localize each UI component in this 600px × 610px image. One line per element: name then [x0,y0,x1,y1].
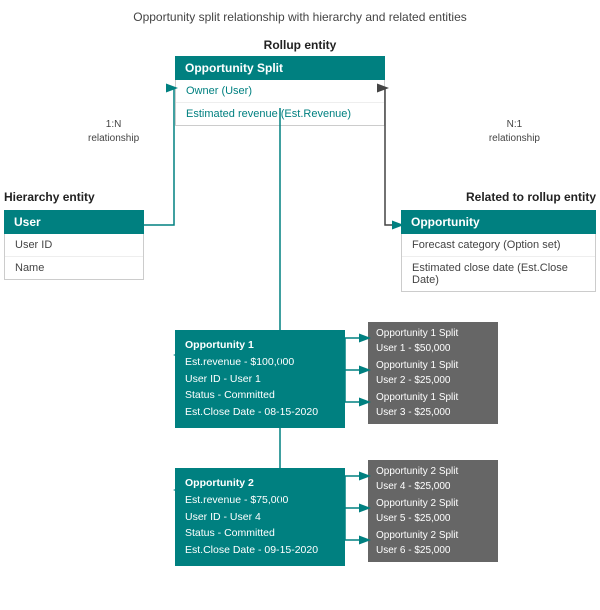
rollup-field-2: Estimated revenue (Est.Revenue) [176,103,384,125]
hierarchy-field-1: User ID [5,234,143,257]
related-field-1: Forecast category (Option set) [402,234,595,257]
hierarchy-label: Hierarchy entity [4,190,95,204]
split-1-3: Opportunity 1 Split User 3 - $25,000 [368,386,498,424]
related-box: Opportunity Forecast category (Option se… [401,210,596,292]
opp2-line4: Status - Committed [185,525,335,542]
opp1-line5: Est.Close Date - 08-15-2020 [185,404,335,421]
opp1-line3: User ID - User 1 [185,371,335,388]
split-2-3: Opportunity 2 Split User 6 - $25,000 [368,524,498,562]
rollup-label: Rollup entity [264,38,337,52]
rel-label-left: 1:N relationship [88,118,139,146]
opportunity-1-box: Opportunity 1 Est.revenue - $100,000 Use… [175,330,345,428]
rollup-body: Owner (User) Estimated revenue (Est.Reve… [175,80,385,126]
rollup-header: Opportunity Split [175,56,385,80]
rel-label-right: N:1 relationship [489,118,540,146]
diagram-container: Opportunity split relationship with hier… [0,0,600,610]
hierarchy-box: User User ID Name [4,210,144,280]
opp2-line5: Est.Close Date - 09-15-2020 [185,542,335,559]
opp2-line3: User ID - User 4 [185,509,335,526]
opp2-line1: Opportunity 2 [185,475,335,492]
related-header: Opportunity [401,210,596,234]
hierarchy-field-2: Name [5,257,143,279]
related-field-2: Estimated close date (Est.Close Date) [402,257,595,291]
rollup-field-1: Owner (User) [176,80,384,103]
opportunity-2-box: Opportunity 2 Est.revenue - $75,000 User… [175,468,345,566]
opp1-line1: Opportunity 1 [185,337,335,354]
related-label: Related to rollup entity [466,190,596,204]
opp2-line2: Est.revenue - $75,000 [185,492,335,509]
page-title: Opportunity split relationship with hier… [0,0,600,30]
related-body: Forecast category (Option set) Estimated… [401,234,596,292]
hierarchy-header: User [4,210,144,234]
opp1-line4: Status - Committed [185,387,335,404]
hierarchy-body: User ID Name [4,234,144,280]
opp1-line2: Est.revenue - $100,000 [185,354,335,371]
rollup-box: Opportunity Split Owner (User) Estimated… [175,56,385,126]
